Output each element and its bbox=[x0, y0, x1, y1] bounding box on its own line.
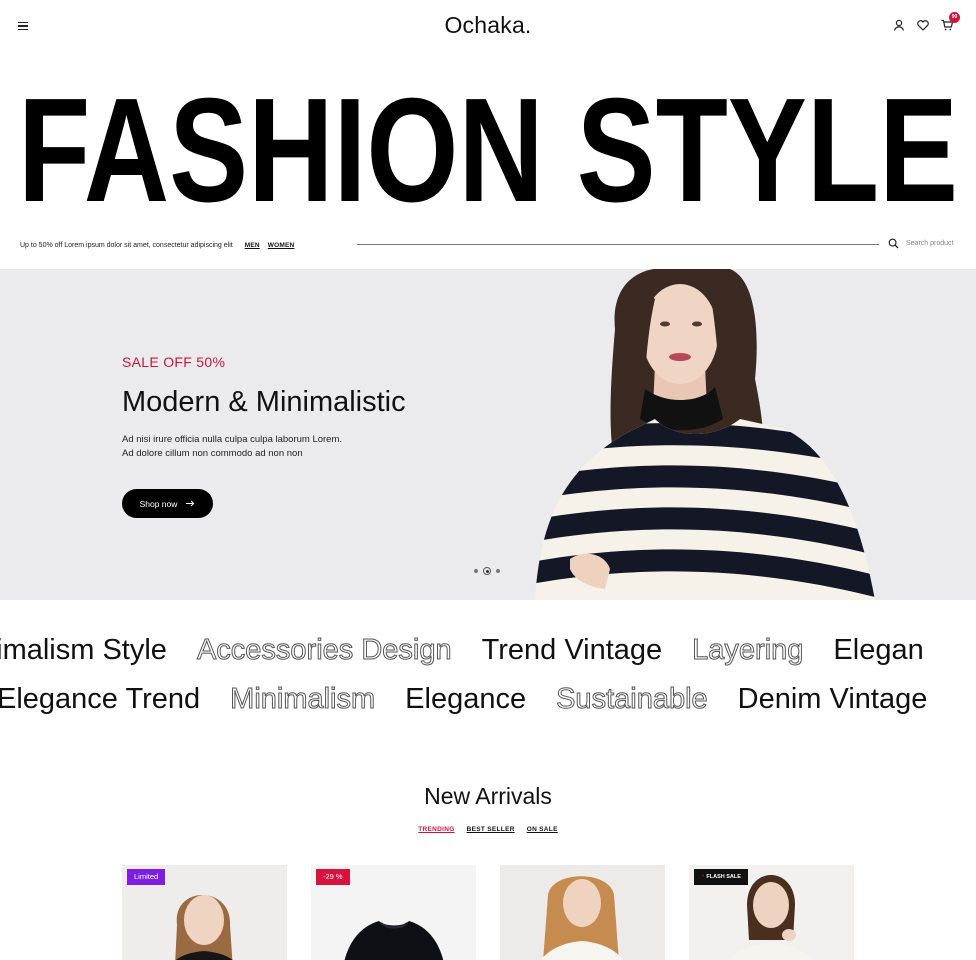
promo-link-men[interactable]: MEN bbox=[245, 242, 260, 249]
hero-model-image bbox=[535, 269, 875, 600]
flash-sale-label: FLASH SALE bbox=[706, 874, 741, 880]
product-grid: Limited -29 % ⚡ FLASH SALE bbox=[122, 865, 854, 960]
promo-link-women[interactable]: WOMEN bbox=[268, 242, 295, 249]
tab-on-sale[interactable]: ON SALE bbox=[527, 826, 558, 833]
product-card[interactable]: -29 % bbox=[311, 865, 476, 960]
promo-links: MEN WOMEN bbox=[245, 242, 295, 249]
divider-line bbox=[357, 244, 879, 245]
promo-text: Up to 50% off Lorem ipsum dolor sit amet… bbox=[20, 241, 233, 249]
slider-dot-3[interactable] bbox=[496, 569, 500, 573]
product-badge-flash-sale: ⚡ FLASH SALE bbox=[694, 869, 748, 885]
hero-description: Ad nisi irure officia nulla culpa culpa … bbox=[122, 433, 422, 461]
tab-trending[interactable]: TRENDING bbox=[418, 826, 454, 833]
product-card[interactable]: Limited bbox=[122, 865, 287, 960]
marquee-row-2: Elegance Trend Minimalism Elegance Susta… bbox=[0, 683, 976, 723]
heart-icon[interactable] bbox=[916, 18, 930, 32]
new-arrivals-title: New Arrivals bbox=[424, 783, 552, 809]
shop-now-button[interactable]: Shop now bbox=[122, 489, 213, 518]
hero-banner: SALE OFF 50% Modern & Minimalistic Ad ni… bbox=[0, 269, 976, 600]
product-badge-discount: -29 % bbox=[316, 869, 350, 885]
cart-icon[interactable]: 99 bbox=[940, 12, 960, 32]
marquee-item: Elegance Trend bbox=[0, 683, 201, 715]
user-icon[interactable] bbox=[892, 18, 906, 32]
site-logo[interactable]: Ochaka. bbox=[0, 12, 976, 39]
marquee-item: Elegance bbox=[405, 683, 527, 715]
product-image bbox=[500, 865, 665, 960]
product-card[interactable] bbox=[500, 865, 665, 960]
new-arrivals-tabs: TRENDING BEST SELLER ON SALE bbox=[0, 826, 976, 833]
product-badge-limited: Limited bbox=[127, 869, 166, 885]
tab-best-seller[interactable]: BEST SELLER bbox=[467, 826, 515, 833]
marquee-item-outline: Minimalism bbox=[230, 683, 376, 716]
marquee-item: Elegan bbox=[833, 634, 924, 666]
marquee-item-outline: Sustainable bbox=[556, 683, 709, 716]
slider-dots bbox=[474, 567, 500, 575]
hero-sale-label: SALE OFF 50% bbox=[122, 354, 226, 370]
marquee-item-outline: Accessories Design bbox=[196, 634, 452, 667]
hero-desc-line-1: Ad nisi irure officia nulla culpa culpa … bbox=[122, 434, 343, 445]
hero-headline: FASHION STYLE bbox=[0, 68, 976, 218]
headline-text: FASHION STYLE bbox=[18, 68, 958, 218]
header-icons: 99 bbox=[892, 12, 960, 32]
marquee-item-outline: Layering bbox=[692, 634, 804, 667]
cart-count-badge: 99 bbox=[949, 12, 960, 23]
slider-dot-1[interactable] bbox=[474, 569, 478, 573]
arrow-right-icon bbox=[186, 500, 195, 507]
slider-dot-2-active[interactable] bbox=[483, 567, 491, 575]
marquee-item: nimalism Style bbox=[0, 634, 167, 666]
flash-icon: ⚡ bbox=[701, 874, 705, 880]
shop-now-label: Shop now bbox=[139, 498, 178, 509]
marquee-row-1: nimalism Style Accessories Design Trend … bbox=[0, 634, 976, 674]
hero-desc-line-2: Ad dolore cillum non commodo ad non non bbox=[122, 448, 303, 459]
promo-bar: Up to 50% off Lorem ipsum dolor sit amet… bbox=[20, 236, 960, 254]
hero-title: Modern & Minimalistic bbox=[122, 386, 406, 418]
product-card[interactable]: ⚡ FLASH SALE bbox=[689, 865, 854, 960]
search-placeholder[interactable]: Search product bbox=[906, 240, 953, 247]
search-icon[interactable] bbox=[888, 238, 899, 249]
marquee-item: Trend Vintage bbox=[481, 634, 663, 666]
site-header: Ochaka. 99 bbox=[0, 0, 976, 56]
marquee-item: Denim Vintage bbox=[737, 683, 928, 715]
search-field[interactable]: Search product bbox=[888, 238, 953, 249]
